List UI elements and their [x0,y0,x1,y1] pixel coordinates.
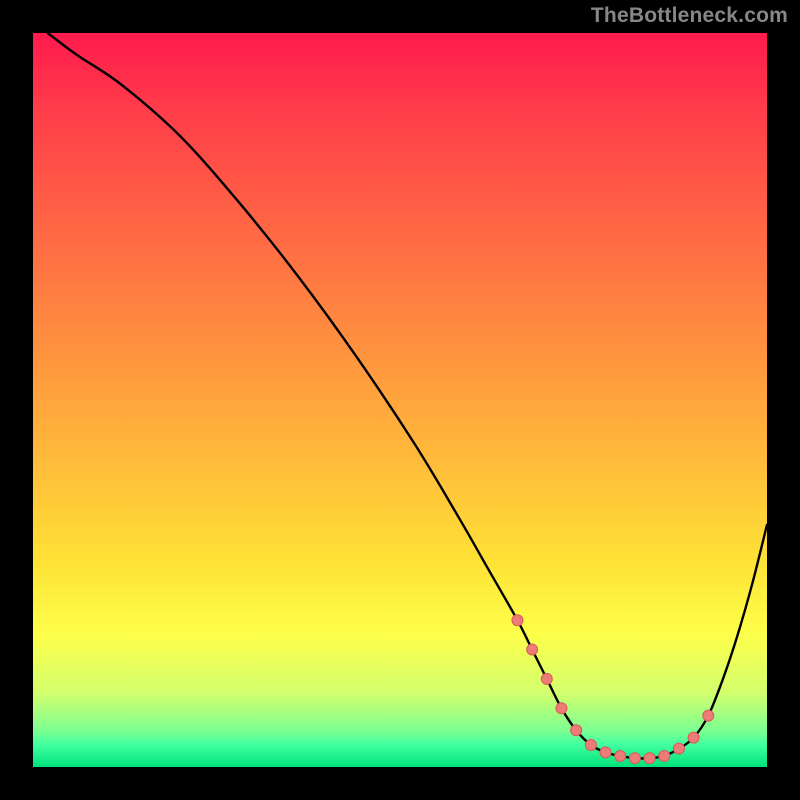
watermark-text: TheBottleneck.com [591,4,788,28]
plot-gradient-background [33,33,767,767]
